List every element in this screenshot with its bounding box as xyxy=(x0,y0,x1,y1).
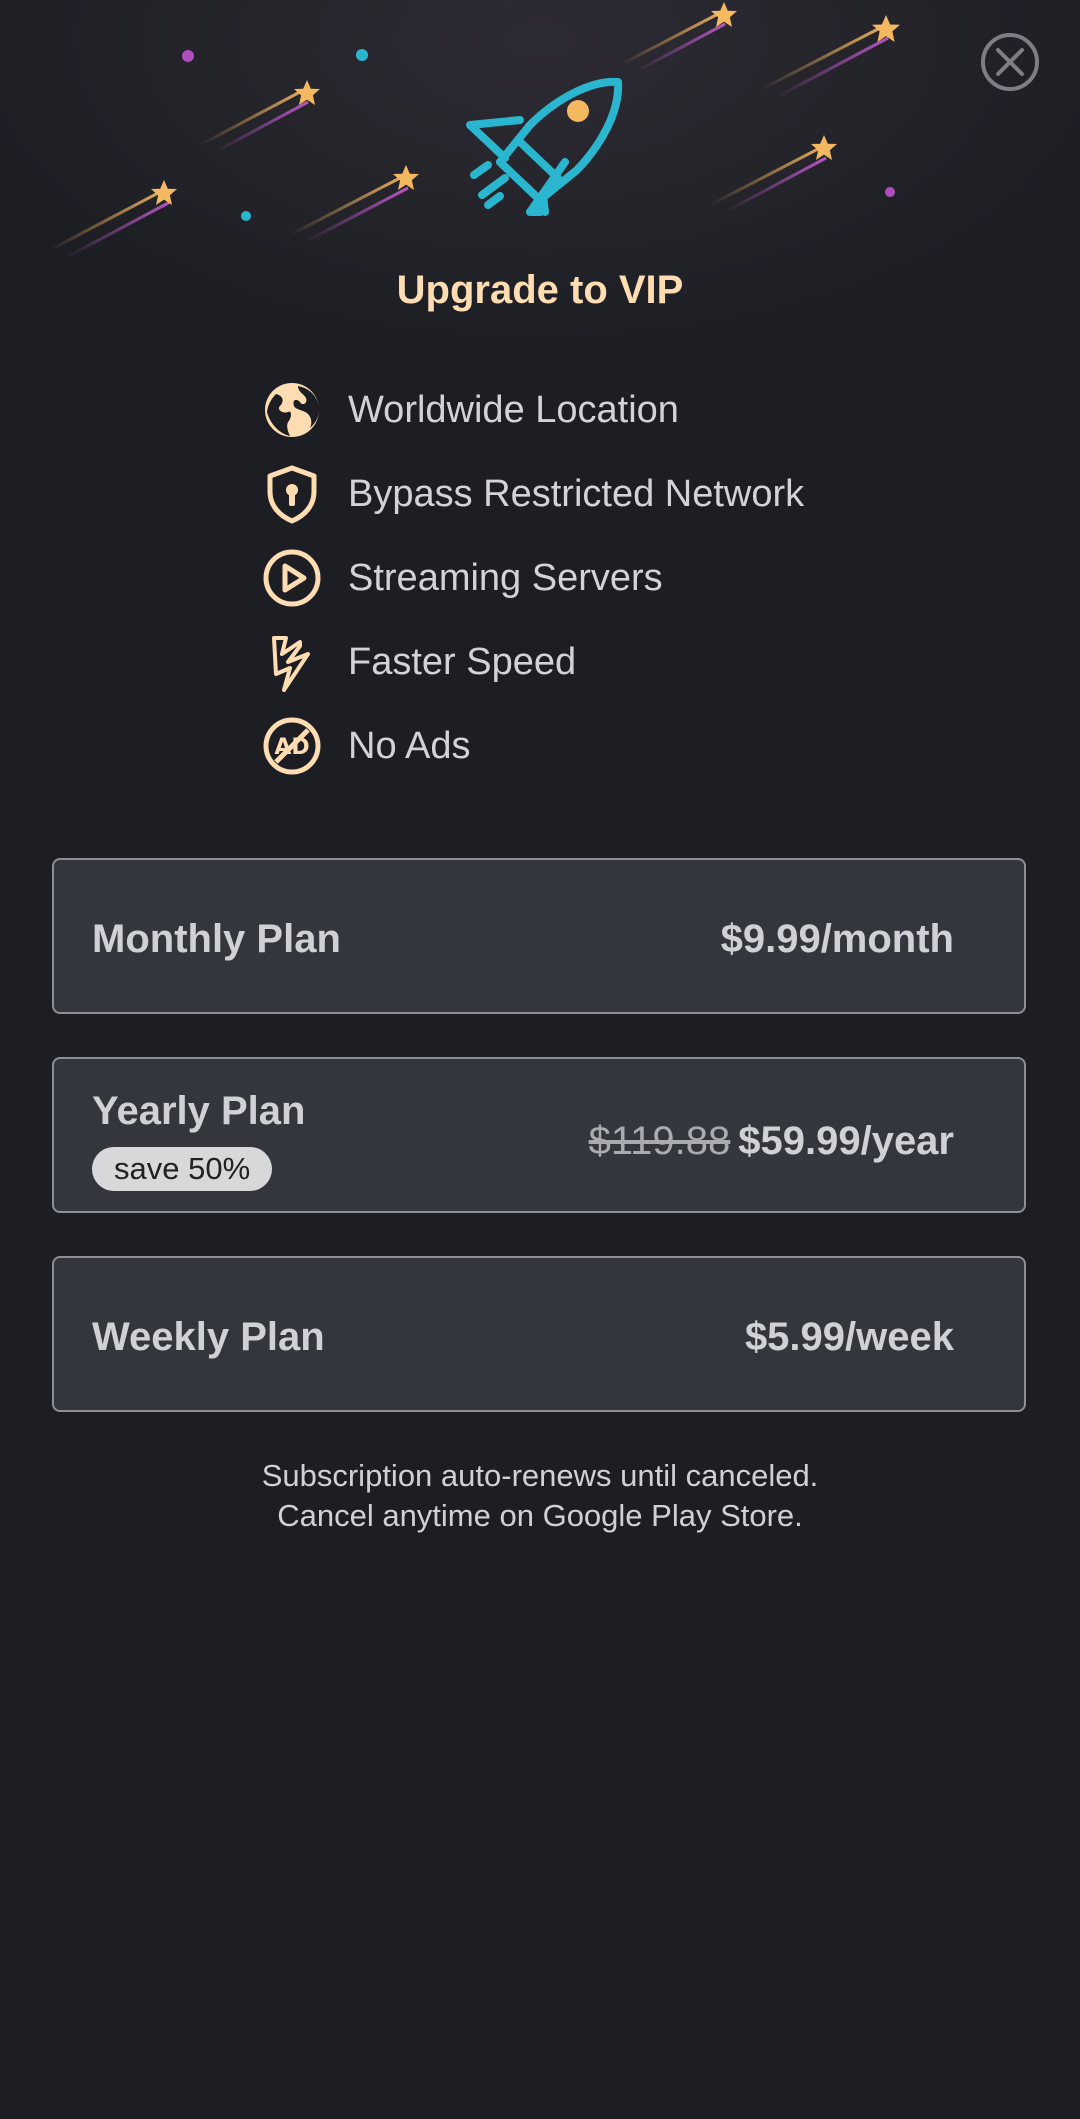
feature-item-no-ads: AD No Ads xyxy=(262,716,962,776)
feature-label: No Ads xyxy=(348,725,471,767)
feature-label: Streaming Servers xyxy=(348,557,663,599)
globe-icon xyxy=(265,383,320,437)
close-button[interactable] xyxy=(980,32,1040,92)
footer-line-1: Subscription auto-renews until canceled. xyxy=(261,1458,819,1493)
feature-item-worldwide-location: Worldwide Location xyxy=(262,380,962,440)
plan-price: $59.99/year xyxy=(738,1119,954,1163)
play-circle-icon xyxy=(263,549,321,607)
original-price: $119.88 xyxy=(588,1119,731,1163)
no-ads-icon: AD xyxy=(263,717,321,775)
save-badge: save 50% xyxy=(92,1147,273,1191)
shooting-stars xyxy=(49,12,889,260)
plan-price: $5.99/week xyxy=(744,1315,954,1359)
monthly-plan-card[interactable]: Monthly Plan $9.99/month xyxy=(52,858,1026,1014)
plan-price: $9.99/month xyxy=(720,917,954,961)
weekly-plan-card[interactable]: Weekly Plan $5.99/week xyxy=(52,1256,1026,1412)
feature-item-faster-speed: Faster Speed xyxy=(262,632,962,692)
feature-item-bypass-restricted-network: Bypass Restricted Network xyxy=(262,464,962,524)
lightning-icon xyxy=(272,636,310,692)
plan-price-group: $119.88 $59.99/year xyxy=(589,1119,954,1164)
plan-name: Yearly Plan xyxy=(92,1089,306,1133)
subscription-note: Subscription auto-renews until canceled.… xyxy=(0,1456,1080,1536)
footer-line-2: Cancel anytime on Google Play Store. xyxy=(277,1498,803,1533)
close-circle-icon xyxy=(981,33,1039,91)
yearly-plan-card[interactable]: Yearly Plan save 50% $119.88 $59.99/year xyxy=(52,1057,1026,1213)
hero-illustration xyxy=(0,0,1080,380)
feature-label: Worldwide Location xyxy=(348,389,679,431)
shield-keyhole-icon xyxy=(267,465,317,524)
plan-name: Weekly Plan xyxy=(92,1315,325,1359)
plan-name: Monthly Plan xyxy=(92,917,341,961)
rocket-icon xyxy=(466,77,623,216)
feature-item-streaming-servers: Streaming Servers xyxy=(262,548,962,608)
starfield xyxy=(49,2,900,260)
page-title: Upgrade to VIP xyxy=(396,268,684,312)
feature-label: Bypass Restricted Network xyxy=(348,473,805,515)
feature-label: Faster Speed xyxy=(348,641,577,683)
star-icons xyxy=(151,2,900,205)
